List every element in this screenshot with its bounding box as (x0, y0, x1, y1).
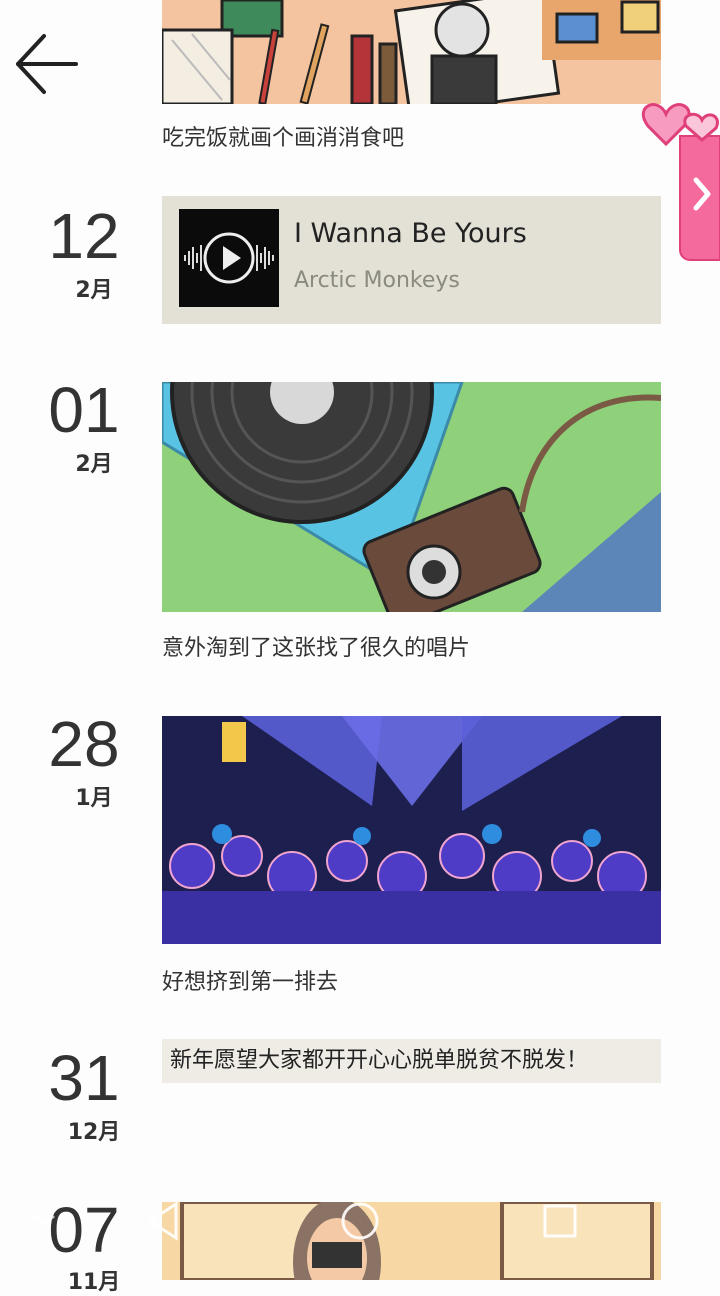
system-nav-bar (0, 1190, 720, 1280)
entry-month: 2月 (75, 278, 113, 303)
post-text[interactable]: 新年愿望大家都开开心心脱单脱贫不脱发！ (162, 1039, 661, 1083)
recents-square-icon[interactable] (543, 1204, 577, 1238)
arrow-left-icon (16, 34, 78, 94)
album-cover (179, 209, 279, 307)
post-image-record[interactable] (162, 382, 661, 612)
post-image-concert[interactable] (162, 716, 661, 944)
music-card[interactable]: I Wanna Be Yours Arctic Monkeys (162, 196, 661, 324)
entry-month: 12月 (67, 1120, 121, 1145)
art-supplies-illustration (162, 0, 661, 104)
song-artist: Arctic Monkeys (294, 268, 460, 293)
entry-day: 31 (48, 1042, 120, 1114)
entry-day: 28 (48, 708, 120, 780)
back-triangle-icon[interactable] (147, 1201, 178, 1241)
post-caption: 意外淘到了这张找了很久的唱片 (162, 636, 471, 661)
entry-month: 1月 (75, 786, 113, 811)
home-circle-icon[interactable] (341, 1202, 379, 1240)
entry-day: 12 (48, 200, 120, 272)
entry-month: 2月 (75, 452, 113, 477)
back-button[interactable] (12, 28, 82, 100)
side-drawer-tab[interactable] (628, 96, 720, 266)
concert-illustration (162, 716, 661, 944)
post-caption: 吃完饭就画个画消消食吧 (162, 126, 405, 151)
play-waveform-icon (184, 232, 274, 284)
chevron-right-icon (641, 103, 720, 261)
post-caption: 好想挤到第一排去 (162, 970, 339, 995)
song-title: I Wanna Be Yours (294, 218, 527, 249)
post-image-art-supplies[interactable] (162, 0, 661, 104)
record-camera-illustration (162, 382, 661, 612)
entry-day: 01 (48, 374, 120, 446)
